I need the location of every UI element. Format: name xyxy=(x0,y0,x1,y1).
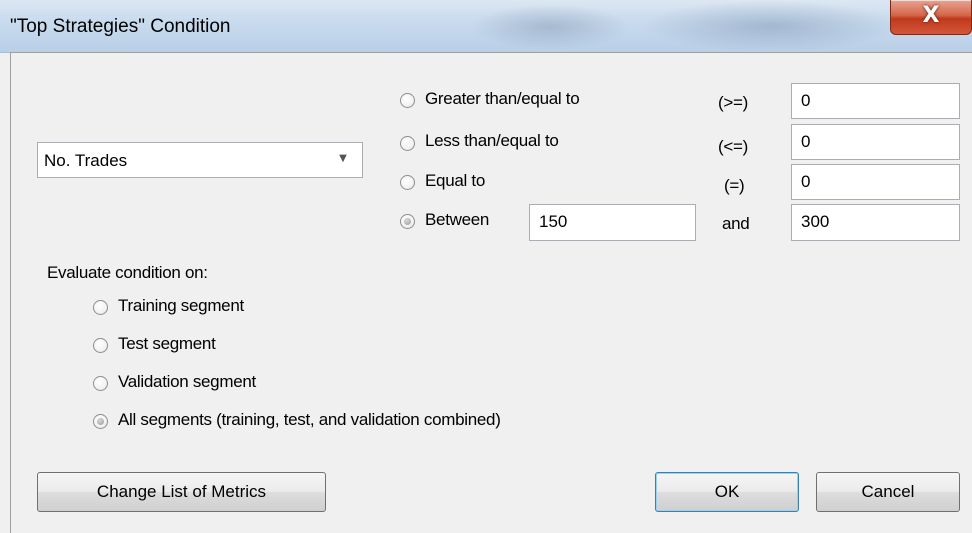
title-bar-background-blur-2 xyxy=(640,0,900,52)
window-title: "Top Strategies" Condition xyxy=(10,16,231,37)
title-bar-background-blur xyxy=(470,4,630,50)
greater-equal-value-field[interactable]: 0 xyxy=(791,83,960,119)
radio-between[interactable] xyxy=(400,214,415,229)
between-and-label: and xyxy=(722,214,750,233)
metric-select-value: No. Trades xyxy=(44,151,128,170)
radio-less-equal-label[interactable]: Less than/equal to xyxy=(425,131,559,151)
between-low-field[interactable]: 150 xyxy=(529,204,696,241)
ok-button[interactable]: OK xyxy=(655,472,799,512)
radio-greater-equal[interactable] xyxy=(400,93,415,108)
close-icon: X xyxy=(922,3,940,28)
dialog-window: "Top Strategies" Condition X No. Trades … xyxy=(0,0,972,533)
metric-select[interactable]: No. Trades ▼ xyxy=(37,142,363,178)
radio-equal[interactable] xyxy=(400,175,415,190)
cancel-button[interactable]: Cancel xyxy=(816,472,960,512)
close-button[interactable]: X xyxy=(890,0,972,35)
radio-validation-segment[interactable] xyxy=(93,376,108,391)
equal-symbol: (=) xyxy=(724,176,745,195)
evaluate-heading: Evaluate condition on: xyxy=(47,263,208,282)
title-bar[interactable]: "Top Strategies" Condition X xyxy=(0,0,972,53)
radio-validation-segment-label[interactable]: Validation segment xyxy=(118,372,256,392)
radio-greater-equal-label[interactable]: Greater than/equal to xyxy=(425,89,580,109)
less-equal-value-field[interactable]: 0 xyxy=(791,124,960,160)
radio-training-segment[interactable] xyxy=(93,300,108,315)
less-equal-symbol: (<=) xyxy=(718,137,748,156)
equal-value-field[interactable]: 0 xyxy=(791,164,960,200)
radio-all-segments[interactable] xyxy=(93,414,108,429)
radio-test-segment-label[interactable]: Test segment xyxy=(118,334,216,354)
radio-training-segment-label[interactable]: Training segment xyxy=(118,296,244,316)
radio-less-equal[interactable] xyxy=(400,136,415,151)
radio-between-label[interactable]: Between xyxy=(425,210,489,230)
between-high-field[interactable]: 300 xyxy=(791,204,960,241)
radio-equal-label[interactable]: Equal to xyxy=(425,171,485,191)
change-metrics-button[interactable]: Change List of Metrics xyxy=(37,472,326,512)
greater-equal-symbol: (>=) xyxy=(718,93,748,112)
radio-all-segments-label[interactable]: All segments (training, test, and valida… xyxy=(118,410,501,430)
chevron-down-icon[interactable]: ▼ xyxy=(336,152,350,166)
radio-test-segment[interactable] xyxy=(93,338,108,353)
